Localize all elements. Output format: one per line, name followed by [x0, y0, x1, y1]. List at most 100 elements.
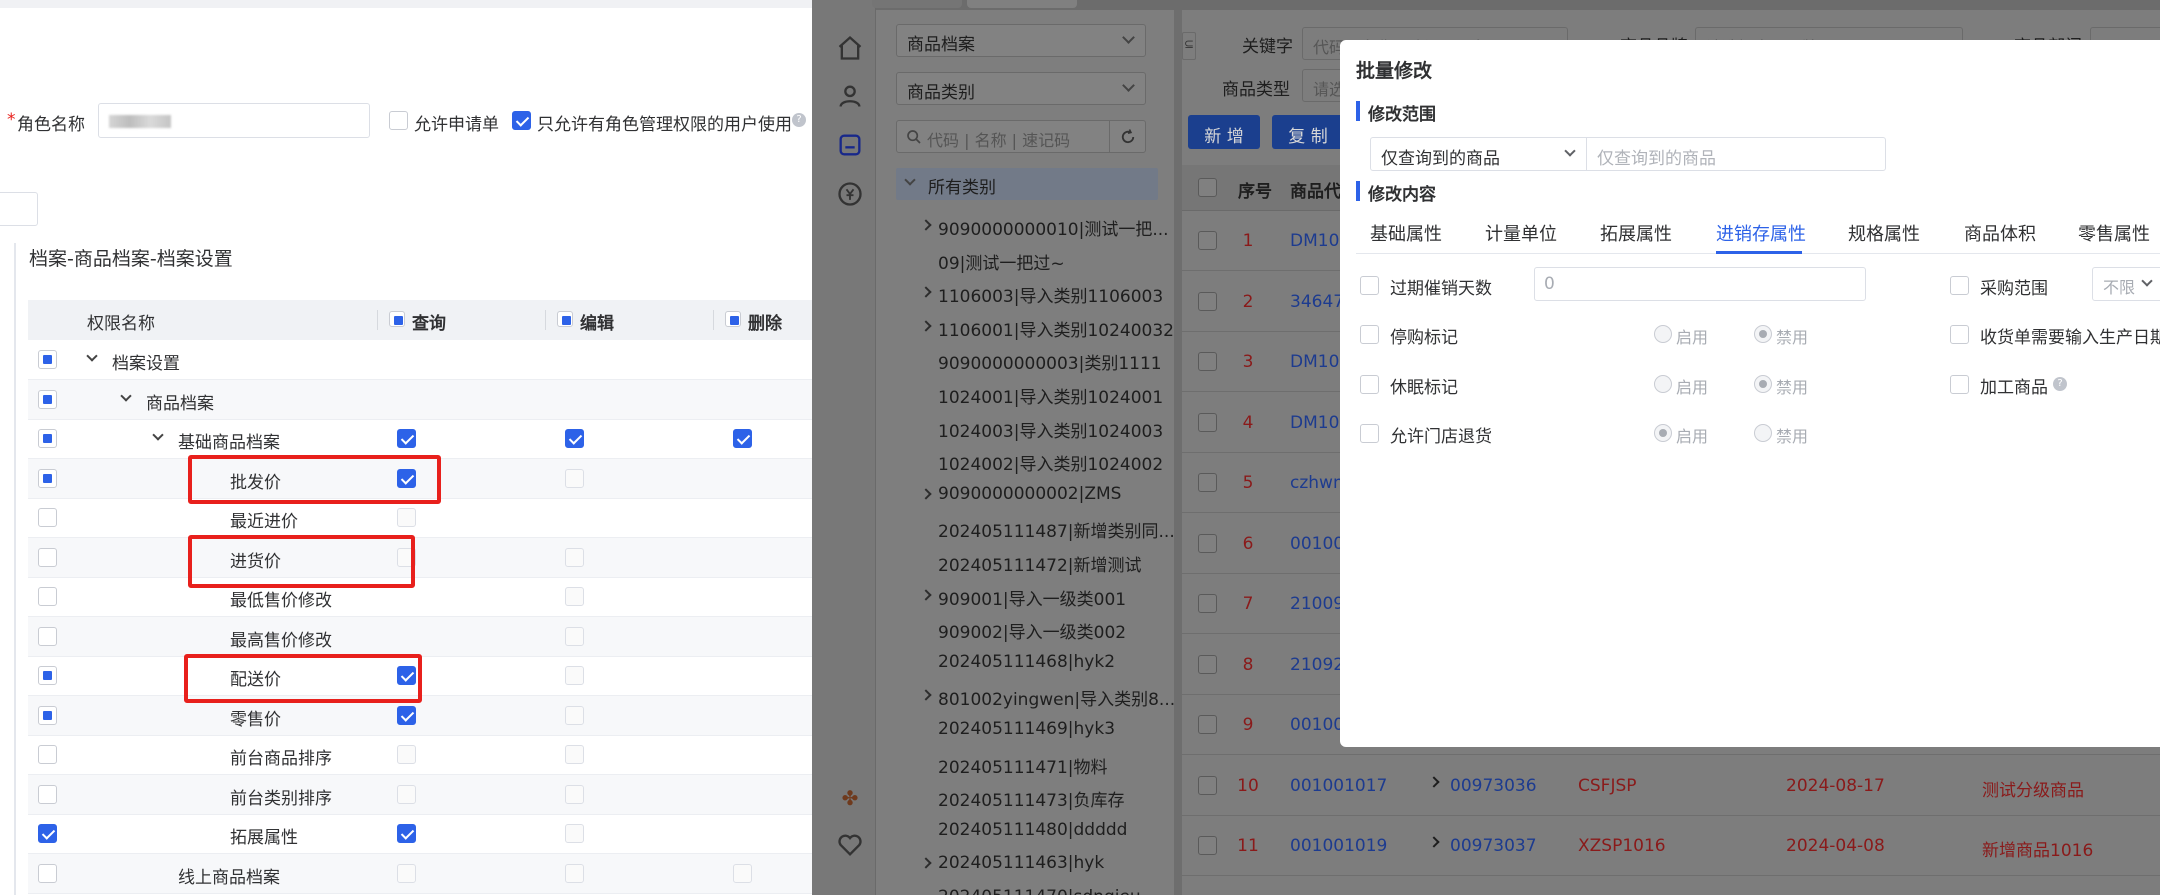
page-tab[interactable] [967, 0, 1077, 8]
tree-item[interactable]: 1024003|导入类别1024003 [876, 415, 1166, 445]
row-checkbox[interactable] [38, 863, 57, 883]
query-checkbox[interactable] [397, 745, 416, 764]
tree-item[interactable]: 909002|导入一级类002 [876, 616, 1166, 646]
dormant-checkbox[interactable] [1360, 375, 1379, 394]
row-checkbox[interactable] [38, 784, 57, 804]
heart-icon[interactable] [836, 831, 864, 859]
tree-item[interactable]: 1024001|导入类别1024001 [876, 381, 1166, 411]
row-checkbox[interactable] [1198, 231, 1217, 250]
query-checkbox[interactable] [397, 824, 416, 843]
tree-item[interactable]: 202405111472|新增测试 [876, 549, 1166, 579]
chevron-right-icon[interactable] [1428, 775, 1440, 788]
edit-checkbox[interactable] [565, 666, 584, 685]
tab-retail[interactable]: 零售属性 [2078, 220, 2150, 246]
archive-icon[interactable] [836, 131, 864, 159]
user-icon[interactable] [836, 82, 864, 110]
query-checkbox[interactable] [397, 784, 416, 804]
overdue-input[interactable]: 0 [1534, 267, 1866, 301]
table-row[interactable]: 10 001001017 00973036 CSFJSP 2024-08-17 测试分级商… [1182, 756, 2160, 816]
help-icon[interactable]: ? [2053, 377, 2067, 391]
chevron-down-icon[interactable] [152, 429, 164, 441]
chevron-right-icon[interactable] [920, 488, 932, 500]
tree-item[interactable]: 202405111471|物料 [876, 751, 1166, 781]
copy-button[interactable]: 复 制 [1272, 115, 1344, 149]
only-admin-checkbox[interactable] [512, 111, 531, 130]
table-row[interactable]: 11 001001019 00973037 XZSP1016 2024-04-08 新增商… [1182, 816, 2160, 876]
row-checkbox[interactable] [38, 429, 57, 448]
collapse-toggle[interactable]: ⊆ [1182, 32, 1196, 60]
col-delete-checkbox[interactable] [725, 311, 741, 327]
allow-return-enable-radio[interactable] [1654, 424, 1672, 442]
tab-spec[interactable]: 规格属性 [1848, 220, 1920, 246]
tree-item[interactable]: 1106003|导入类别1106003 [876, 280, 1166, 310]
allow-apply-checkbox[interactable] [389, 111, 408, 130]
tree-item[interactable]: 202405111470|sdngjeu... [876, 885, 1166, 895]
row-checkbox[interactable] [1198, 412, 1217, 432]
allow-return-checkbox[interactable] [1360, 424, 1379, 443]
tree-item[interactable]: 1106001|导入类别10240032 [876, 314, 1174, 344]
tree-search-input[interactable]: 代码 | 名称 | 速记码 [896, 120, 1146, 153]
dormant-enable-radio[interactable] [1654, 375, 1672, 393]
row-checkbox[interactable] [1198, 715, 1217, 734]
chevron-down-icon[interactable] [120, 389, 132, 402]
tree-item[interactable]: 202405111480|ddddd [876, 818, 1166, 848]
tree-item[interactable]: 9090000000003|类别1111 [876, 347, 1166, 377]
row-checkbox[interactable] [1198, 594, 1217, 613]
delete-checkbox[interactable] [733, 429, 752, 448]
chevron-right-icon[interactable] [920, 689, 932, 702]
row-checkbox[interactable] [38, 508, 57, 527]
tree-item[interactable]: 202405111469|hyk3 [876, 717, 1166, 747]
row-checkbox[interactable] [38, 705, 57, 725]
edit-checkbox[interactable] [565, 626, 584, 646]
row-checkbox[interactable] [38, 468, 57, 488]
query-checkbox[interactable] [397, 705, 416, 725]
row-checkbox[interactable] [38, 350, 57, 369]
tree-item[interactable]: 202405111487|新增类别同... [876, 515, 1175, 545]
home-icon[interactable] [836, 34, 864, 62]
tree-item[interactable]: 801002yingwen|导入类别8... [876, 683, 1175, 713]
edit-checkbox[interactable] [565, 784, 584, 804]
page-tab[interactable] [872, 0, 962, 8]
query-checkbox[interactable] [397, 429, 416, 448]
tree-item[interactable]: 202405111468|hyk2 [876, 650, 1166, 680]
scope-input[interactable]: 仅查询到的商品 [1586, 137, 1886, 171]
edit-checkbox[interactable] [565, 468, 584, 488]
currency-icon[interactable] [836, 180, 864, 208]
row-code[interactable]: 001001019 [1290, 836, 1387, 856]
category-select[interactable]: 商品类别 [896, 72, 1146, 105]
tree-item[interactable]: 202405111473|负库存 [876, 784, 1166, 814]
tree-root-item[interactable]: 所有类别 [896, 168, 1158, 200]
row-checkbox[interactable] [1198, 775, 1217, 795]
row-checkbox[interactable] [38, 626, 57, 646]
tab-extend[interactable]: 拓展属性 [1600, 220, 1672, 246]
tree-item[interactable]: 09|测试一把过~ [876, 247, 1166, 277]
row-checkbox[interactable] [1198, 352, 1217, 371]
purchase-range-checkbox[interactable] [1950, 276, 1969, 295]
edit-checkbox[interactable] [565, 705, 584, 725]
stop-purchase-checkbox[interactable] [1360, 325, 1379, 344]
stop-purchase-enable-radio[interactable] [1654, 325, 1672, 343]
archive-select[interactable]: 商品档案 [896, 24, 1146, 57]
edit-checkbox[interactable] [565, 745, 584, 764]
delete-checkbox[interactable] [733, 863, 752, 883]
chevron-right-icon[interactable] [920, 588, 932, 601]
row-checkbox[interactable] [38, 745, 57, 764]
edit-checkbox[interactable] [565, 429, 584, 448]
col-query-checkbox[interactable] [389, 311, 405, 327]
tab-volume[interactable]: 商品体积 [1964, 220, 2036, 246]
chevron-right-icon[interactable] [1428, 836, 1440, 848]
query-checkbox[interactable] [397, 508, 416, 527]
row-checkbox[interactable] [1198, 654, 1217, 674]
row-checkbox[interactable] [38, 389, 57, 409]
processed-checkbox[interactable] [1950, 375, 1969, 394]
query-checkbox[interactable] [397, 863, 416, 883]
role-name-input[interactable] [98, 103, 370, 138]
tab-inventory[interactable]: 进销存属性 [1716, 220, 1806, 246]
dormant-disable-radio[interactable] [1754, 375, 1772, 393]
refresh-icon[interactable] [1119, 128, 1137, 146]
col-edit-checkbox[interactable] [557, 311, 573, 327]
tree-item[interactable]: 1024002|导入类别1024002 [876, 448, 1166, 478]
app-logo-icon[interactable]: ✤ [836, 784, 864, 812]
tab-basic[interactable]: 基础属性 [1370, 220, 1442, 246]
row-checkbox[interactable] [1198, 836, 1217, 855]
